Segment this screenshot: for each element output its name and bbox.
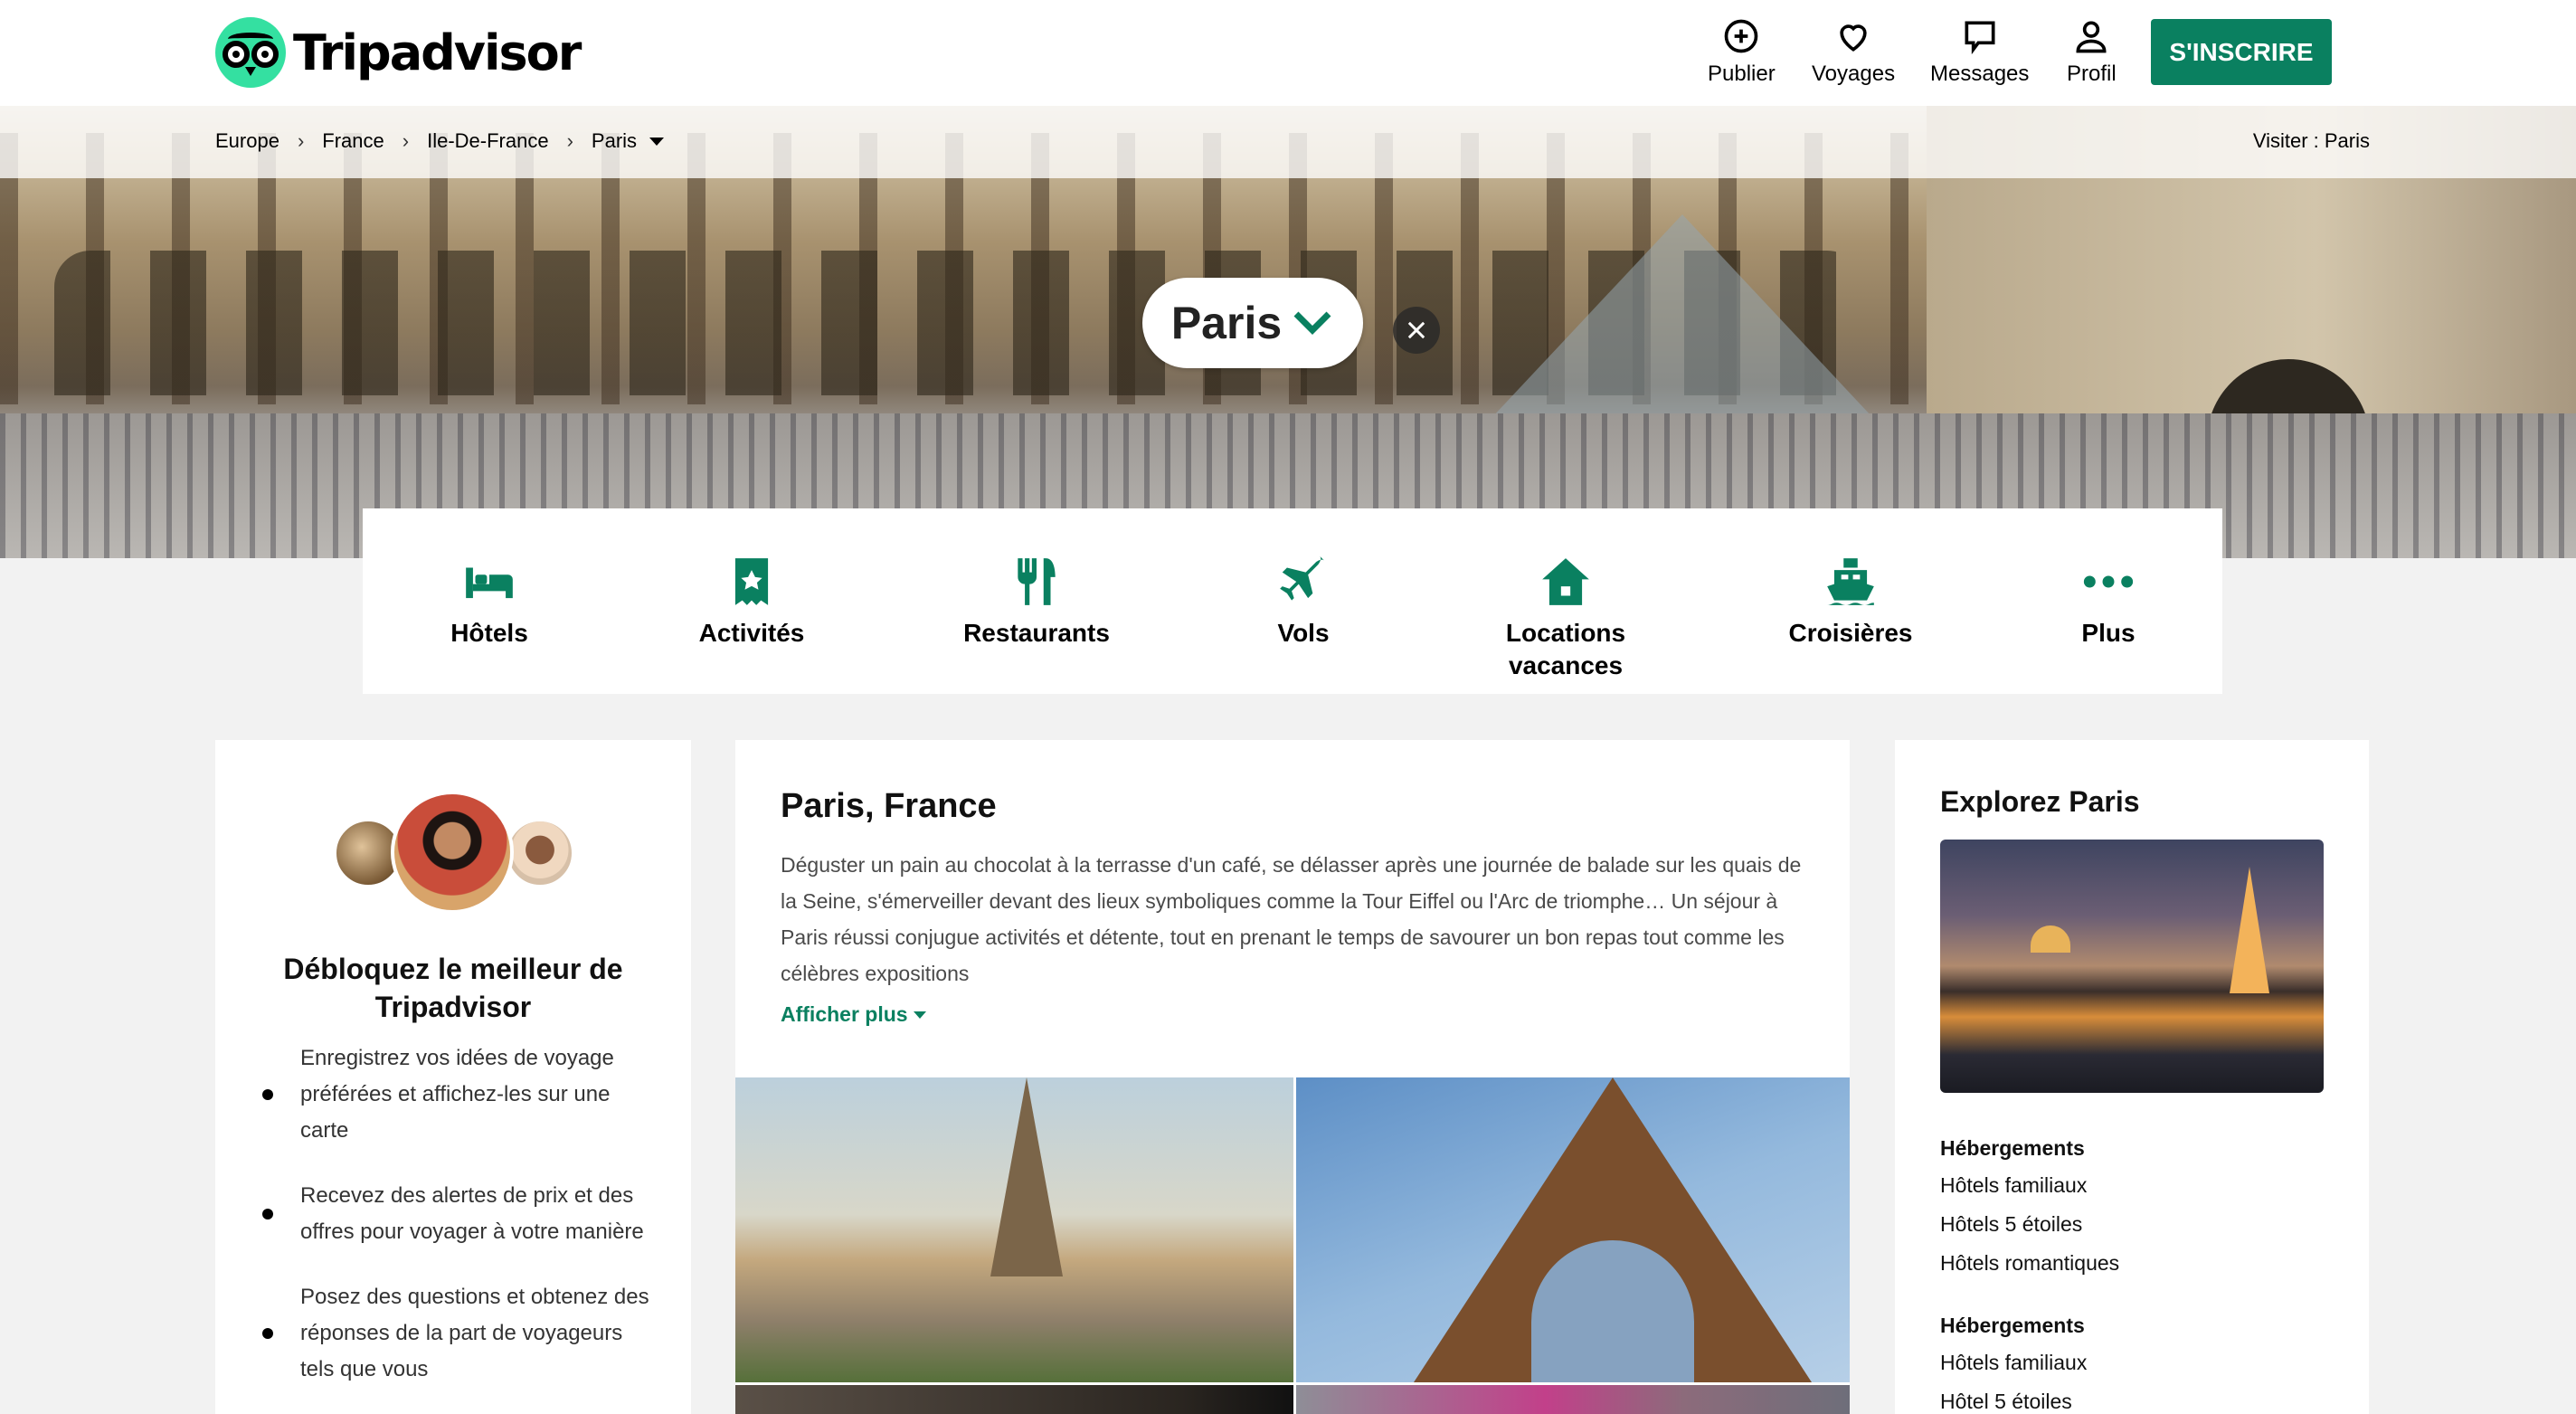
traveler-avatars [333,791,577,917]
ticket-icon [734,558,769,605]
section-heading: Hébergements [1940,1136,2085,1160]
destination-overview-card: Paris, France Déguster un pain au chocol… [735,740,1850,1414]
list-item: Enregistrez vos idées de voyage préférée… [259,1040,657,1149]
plane-icon [1280,555,1325,601]
explore-link[interactable]: Hôtel 5 étoiles [1940,1390,2087,1414]
list-item-text: Posez des questions et obtenez des répon… [300,1285,649,1381]
breadcrumb-france[interactable]: France [322,129,384,153]
avatar [391,791,514,914]
city-selector[interactable]: Paris [1142,278,1363,368]
category-hotels[interactable]: Hôtels [417,508,562,694]
explore-link[interactable]: Hôtels familiaux [1940,1351,2087,1375]
category-locations-vacances[interactable]: Locations vacances [1484,508,1647,694]
nav-publier-label: Publier [1708,62,1776,86]
bed-icon [466,567,513,599]
show-more-label: Afficher plus [781,1002,908,1026]
promo-benefits-list: Enregistrez vos idées de voyage préférée… [259,1040,657,1414]
nav-profil-label: Profil [2067,62,2117,86]
category-plus[interactable]: Plus [2036,508,2181,694]
category-vols[interactable]: Vols [1231,508,1376,694]
more-dots-icon [2083,575,2134,588]
explore-section: Hébergements Hôtels familiaux Hôtel 5 ét… [1940,1314,2087,1414]
fork-knife-icon [1018,558,1056,605]
breadcrumb-paris[interactable]: Paris [592,129,637,153]
breadcrumb-bar: Europe › France › Ile-De-France › Paris … [0,106,2576,178]
category-label: Plus [2081,619,2136,647]
breadcrumb-europe[interactable]: Europe [215,129,279,153]
city-name: Paris [1170,298,1283,348]
caret-down-icon [913,1011,926,1019]
destination-description: Déguster un pain au chocolat à la terras… [781,853,1802,985]
close-button[interactable] [1393,307,1440,354]
ship-icon [1827,558,1874,605]
category-activites[interactable]: Activités [679,508,824,694]
plus-circle-icon [1725,19,1758,53]
explore-link[interactable]: Hôtels romantiques [1940,1251,2119,1276]
nav-publier[interactable]: Publier [1708,16,1776,87]
chevron-right-icon: › [566,129,573,152]
chevron-down-icon [1293,311,1331,335]
bullet-icon [262,1209,273,1219]
destination-photo[interactable] [735,1077,1293,1382]
caret-down-icon[interactable] [649,137,665,146]
category-label: Restaurants [963,619,1110,647]
list-item-text: Enregistrez vos idées de voyage préférée… [300,1046,614,1143]
user-icon [2076,21,2107,53]
nav-messages[interactable]: Messages [1930,16,2029,87]
nav-voyages[interactable]: Voyages [1812,16,1895,87]
breadcrumb: Europe › France › Ile-De-France › Paris [215,129,665,153]
promo-title: Débloquez le meilleur de Tripadvisor [283,953,623,1023]
signup-button[interactable]: S'INSCRIRE [2151,19,2332,85]
explore-link[interactable]: Hôtels familiaux [1940,1173,2119,1198]
hero-banner: Europe › France › Ile-De-France › Paris … [0,106,2576,558]
category-label: Hôtels [450,619,528,647]
destination-photo[interactable] [1296,1385,1850,1414]
destination-photo[interactable] [1296,1077,1850,1382]
nav-messages-label: Messages [1930,62,2030,86]
destination-title: Paris, France [781,787,997,825]
nav-profil[interactable]: Profil [2067,16,2117,87]
destination-photo[interactable] [735,1385,1293,1414]
category-label: Activités [698,619,805,647]
signup-promo-card: Débloquez le meilleur de Tripadvisor Enr… [215,740,691,1414]
category-label: Locations vacances [1505,619,1626,679]
logo-text: Tripadvisor [293,24,582,81]
section-heading: Hébergements [1940,1314,2085,1337]
avatar [505,818,575,888]
heart-icon [1840,24,1867,52]
breadcrumb-ile-de-france[interactable]: Ile-De-France [427,129,548,153]
show-more-link[interactable]: Afficher plus [781,1002,926,1027]
explore-photo[interactable] [1940,840,2324,1093]
chevron-right-icon: › [297,129,305,152]
explore-section: Hébergements Hôtels familiaux Hôtels 5 é… [1940,1136,2119,1290]
list-item: Recevez des alertes de prix et des offre… [259,1178,657,1250]
explore-link[interactable]: Hôtels 5 étoiles [1940,1212,2119,1237]
message-icon [1965,21,1995,55]
visit-link[interactable]: Visiter : Paris [2253,129,2370,153]
explore-card: Explorez Paris Hébergements Hôtels famil… [1895,740,2369,1414]
chevron-right-icon: › [402,129,410,152]
bullet-icon [262,1328,273,1339]
owl-logo-icon [215,17,286,88]
category-bar: Hôtels Activités Restaurants Vols Locati… [363,508,2222,694]
house-icon [1542,558,1589,605]
category-label: Croisières [1788,619,1913,647]
nav-voyages-label: Voyages [1812,62,1896,86]
tripadvisor-logo[interactable]: Tripadvisor [215,16,582,89]
category-label: Vols [1277,619,1330,647]
list-item-text: Recevez des alertes de prix et des offre… [300,1183,644,1244]
close-icon [1407,321,1425,339]
bullet-icon [262,1089,273,1100]
explore-title: Explorez Paris [1940,785,2140,818]
list-item: Posez des questions et obtenez des répon… [259,1279,657,1388]
category-croisieres[interactable]: Croisières [1765,508,1937,694]
top-header: Tripadvisor Publier Voyages Messages Pro… [0,0,2576,106]
category-restaurants[interactable]: Restaurants [937,508,1136,694]
